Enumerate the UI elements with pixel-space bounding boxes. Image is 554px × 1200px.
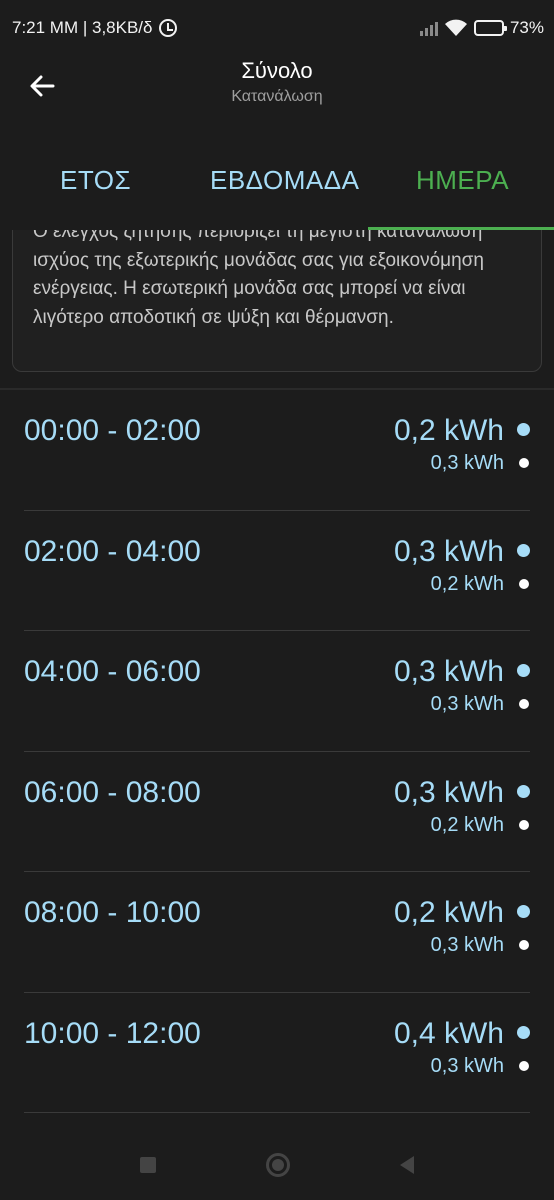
tab-year[interactable]: ΕΤΟΣ [60, 130, 131, 230]
primary-dot-icon [517, 905, 530, 918]
status-left: 7:21 ΜΜ | 3,8KB/δ [12, 18, 177, 38]
list-item[interactable]: 00:00 - 02:00 0,2 kWh 0,3 kWh [24, 390, 530, 511]
secondary-value: 0,3 kWh [430, 452, 504, 474]
home-icon[interactable] [266, 1153, 290, 1177]
time-range: 04:00 - 06:00 [24, 655, 201, 688]
page-subtitle: Κατανάλωση [231, 88, 323, 105]
recents-icon[interactable] [140, 1157, 156, 1173]
secondary-dot-icon [519, 940, 529, 950]
time-range: 06:00 - 08:00 [24, 775, 201, 809]
list-item[interactable]: 06:00 - 08:00 0,3 kWh 0,2 kWh [24, 752, 530, 872]
alarm-icon [158, 19, 177, 37]
list-item[interactable]: 04:00 - 06:00 0,3 kWh 0,3 kWh [24, 631, 530, 752]
wifi-icon [444, 19, 467, 36]
secondary-dot-icon [519, 1060, 529, 1071]
back-button[interactable] [22, 66, 62, 106]
time-range: 00:00 - 02:00 [24, 414, 201, 447]
primary-value: 0,3 kWh [393, 775, 504, 809]
secondary-dot-icon [519, 819, 529, 830]
list-item[interactable]: 08:00 - 10:00 0,2 kWh 0,3 kWh [24, 872, 530, 993]
primary-value: 0,3 kWh [393, 534, 504, 568]
arrow-left-icon [30, 75, 55, 97]
primary-dot-icon [517, 423, 530, 436]
battery-percent: 73% [509, 18, 544, 37]
back-icon[interactable] [400, 1156, 414, 1174]
secondary-value: 0,3 kWh [430, 934, 504, 956]
primary-value: 0,2 kWh [393, 896, 504, 929]
status-bar: 7:21 ΜΜ | 3,8KB/δ 73% [0, 0, 554, 56]
status-right: 73% [419, 18, 544, 38]
primary-value: 0,2 kWh [393, 414, 504, 447]
info-card: Ο έλεγχος ζήτησης περιορίζει τη μέγιστη … [12, 230, 542, 372]
period-tabs: ΕΤΟΣ ΕΒΔΟΜΑΔΑ ΗΜΕΡΑ [0, 130, 554, 230]
signal-icon [419, 20, 438, 36]
time-range: 08:00 - 10:00 [24, 896, 201, 929]
tab-week[interactable]: ΕΒΔΟΜΑΔΑ [210, 130, 360, 230]
primary-value: 0,3 kWh [393, 655, 504, 688]
battery-icon [473, 20, 507, 36]
secondary-dot-icon [519, 699, 529, 709]
secondary-value: 0,3 kWh [430, 1054, 504, 1077]
info-text: Ο έλεγχος ζήτησης περιορίζει τη μέγιστη … [33, 230, 484, 328]
primary-dot-icon [517, 784, 530, 798]
status-time-speed: 7:21 ΜΜ | 3,8KB/δ [12, 18, 153, 37]
secondary-value: 0,2 kWh [430, 813, 504, 836]
primary-dot-icon [517, 1025, 530, 1039]
list-item[interactable]: 02:00 - 04:00 0,3 kWh 0,2 kWh [24, 511, 530, 631]
secondary-dot-icon [519, 458, 529, 468]
header-titles: Σύνολο Κατανάλωση [0, 58, 554, 106]
page-title: Σύνολο [241, 58, 313, 83]
secondary-dot-icon [519, 578, 529, 589]
list-item[interactable]: 10:00 - 12:00 0,4 kWh 0,3 kWh [24, 993, 530, 1113]
app-bar: Σύνολο Κατανάλωση [0, 56, 554, 120]
primary-dot-icon [517, 543, 530, 557]
time-range: 10:00 - 12:00 [24, 1016, 201, 1050]
secondary-value: 0,3 kWh [430, 693, 504, 715]
time-range: 02:00 - 04:00 [24, 534, 201, 568]
primary-value: 0,4 kWh [393, 1016, 504, 1050]
info-section: Ο έλεγχος ζήτησης περιορίζει τη μέγιστη … [0, 230, 554, 390]
consumption-list: 00:00 - 02:00 0,2 kWh 0,3 kWh 02:00 - 04:00… [0, 390, 554, 1113]
secondary-value: 0,2 kWh [430, 572, 504, 595]
system-nav-bar [0, 1130, 554, 1200]
primary-dot-icon [517, 664, 530, 677]
tab-day[interactable]: ΗΜΕΡΑ [416, 130, 509, 230]
